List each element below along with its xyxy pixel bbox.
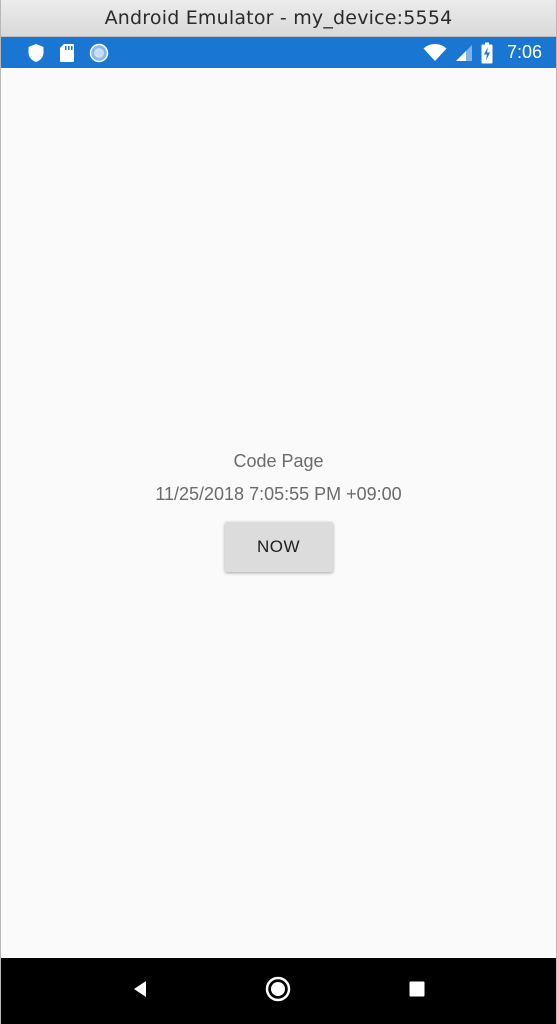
battery-charging-icon (481, 42, 493, 64)
android-navigation-bar (1, 958, 556, 1024)
sd-card-icon (59, 43, 75, 63)
wifi-icon (423, 43, 447, 62)
emulator-window: Android Emulator - my_device:5554 7:06 C… (0, 0, 557, 1024)
recents-icon (408, 980, 426, 1002)
sync-circle-icon (89, 43, 109, 63)
recents-button[interactable] (393, 967, 441, 1015)
center-stack: Code Page 11/25/2018 7:05:55 PM +09:00 N… (1, 449, 556, 572)
datetime-label: 11/25/2018 7:05:55 PM +09:00 (155, 484, 402, 504)
status-bar-clock: 7:06 (506, 42, 542, 62)
home-button[interactable] (254, 967, 302, 1015)
window-titlebar[interactable]: Android Emulator - my_device:5554 (1, 0, 556, 37)
shield-icon (27, 43, 45, 63)
app-content: Code Page 11/25/2018 7:05:55 PM +09:00 N… (1, 68, 556, 958)
cell-signal-icon (455, 44, 473, 62)
status-bar-notification-icons (27, 43, 109, 63)
back-icon (131, 979, 149, 1003)
home-icon (264, 975, 292, 1007)
page-title: Code Page (233, 451, 324, 471)
back-button[interactable] (116, 967, 164, 1015)
status-bar-system-icons: 7:06 (423, 42, 542, 64)
now-button[interactable]: NOW (224, 522, 333, 572)
window-title: Android Emulator - my_device:5554 (104, 7, 453, 29)
android-status-bar[interactable]: 7:06 (1, 37, 556, 68)
